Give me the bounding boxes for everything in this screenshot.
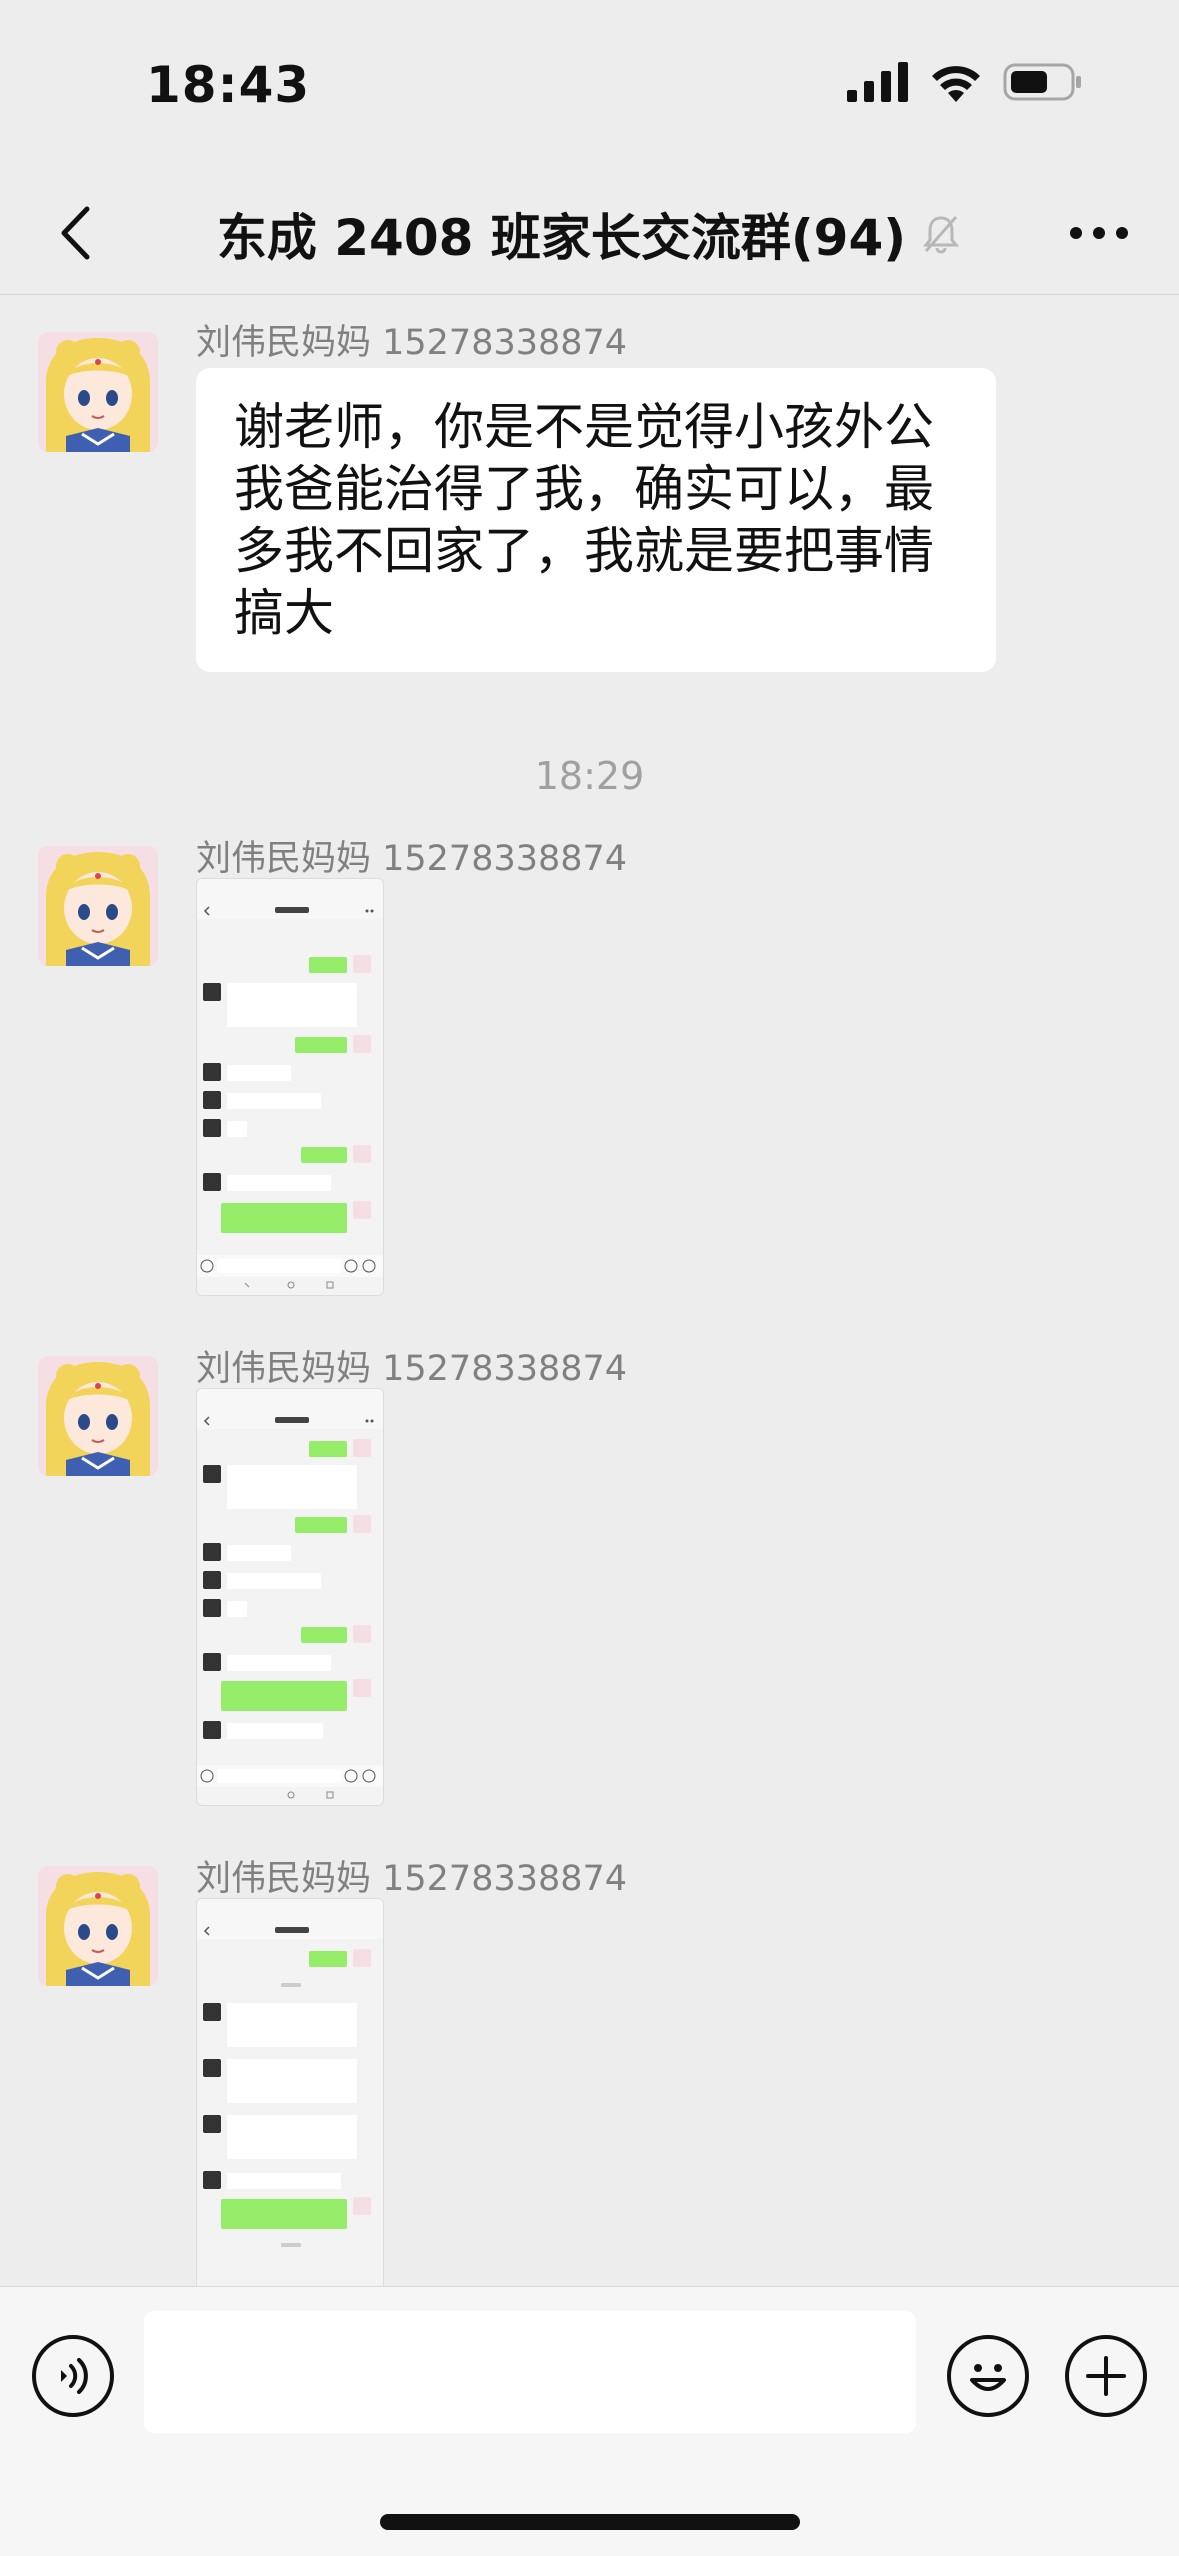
more-actions-button[interactable] [1065, 2335, 1147, 2417]
mute-bell-icon [923, 216, 960, 254]
image-message[interactable] [196, 878, 384, 1296]
image-message[interactable] [196, 1898, 384, 2286]
chat-screenshot-thumbnail [197, 1389, 383, 1805]
more-dots-icon [1070, 227, 1128, 239]
more-options-button[interactable] [1059, 198, 1139, 268]
avatar[interactable] [38, 846, 158, 966]
battery-icon [1003, 63, 1081, 101]
chat-title-container: 东成 2408 班家长交流群(94) [0, 198, 1179, 270]
avatar-image [38, 1866, 158, 1986]
sender-name: 刘伟民妈妈 15278338874 [196, 1349, 628, 1389]
avatar-image [38, 846, 158, 966]
emoji-button[interactable] [947, 2335, 1029, 2417]
plus-icon [1086, 2356, 1126, 2396]
avatar[interactable] [38, 332, 158, 452]
status-icons [847, 62, 1083, 102]
status-bar: 18:43 [0, 0, 1179, 170]
avatar-image [38, 332, 158, 452]
avatar[interactable] [38, 1866, 158, 1986]
message-input[interactable] [144, 2311, 916, 2433]
message-list[interactable]: 刘伟民妈妈 15278338874 谢老师，你是不是觉得小孩外公我爸能治得了我，… [0, 296, 1179, 2286]
time-divider: 18:29 [534, 754, 645, 798]
status-time: 18:43 [146, 56, 311, 114]
sender-name: 刘伟民妈妈 15278338874 [196, 839, 628, 879]
voice-input-button[interactable] [32, 2335, 114, 2417]
voice-icon [61, 2358, 88, 2394]
sender-name: 刘伟民妈妈 15278338874 [196, 323, 628, 363]
chat-title: 东成 2408 班家长交流群(94) [216, 209, 907, 267]
avatar[interactable] [38, 1356, 158, 1476]
message-bubble[interactable]: 谢老师，你是不是觉得小孩外公我爸能治得了我，确实可以，最多我不回家了，我就是要把… [196, 368, 996, 672]
wifi-icon [932, 66, 980, 102]
chat-screenshot-thumbnail [197, 1899, 383, 2286]
image-message[interactable] [196, 1388, 384, 1806]
signal-icon [847, 62, 908, 102]
chat-header: 东成 2408 班家长交流群(94) [0, 170, 1179, 295]
emoji-icon [970, 2364, 1006, 2391]
home-indicator[interactable] [380, 2514, 800, 2530]
avatar-image [38, 1356, 158, 1476]
chat-screenshot-thumbnail [197, 879, 383, 1295]
sender-name: 刘伟民妈妈 15278338874 [196, 1859, 628, 1899]
